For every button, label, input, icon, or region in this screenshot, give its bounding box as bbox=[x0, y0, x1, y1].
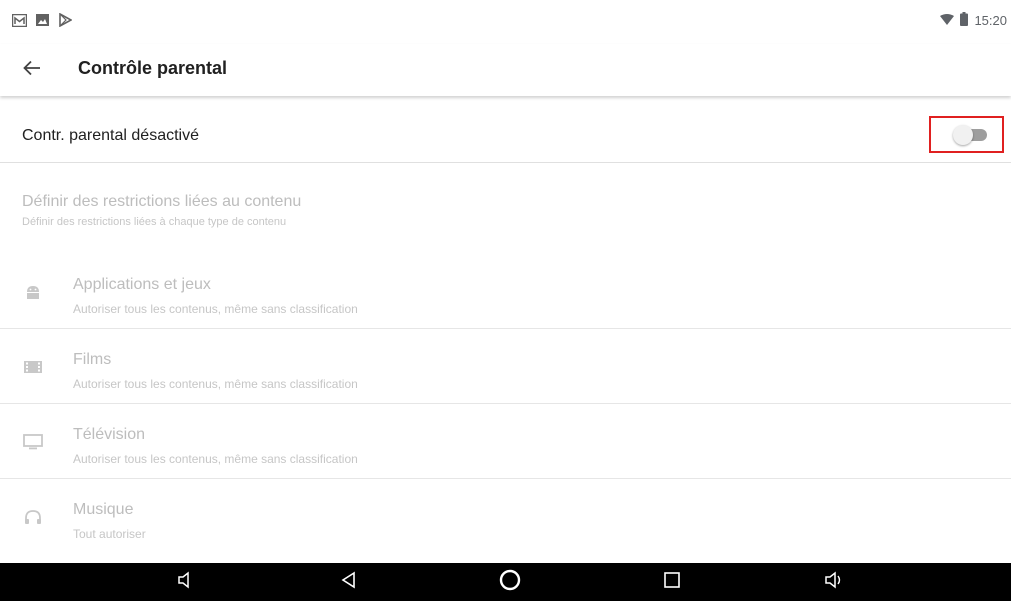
tv-icon bbox=[22, 432, 44, 452]
category-title: Musique bbox=[73, 501, 134, 518]
category-title: Applications et jeux bbox=[73, 276, 211, 293]
system-status: 15:20 bbox=[940, 12, 1007, 29]
navigation-bar bbox=[0, 563, 1011, 601]
category-subtitle: Autoriser tous les contenus, même sans c… bbox=[73, 452, 358, 466]
category-apps-games[interactable]: Applications et jeux Autoriser tous les … bbox=[0, 254, 1011, 329]
nav-back-button[interactable] bbox=[337, 570, 361, 594]
category-title: Télévision bbox=[73, 426, 146, 443]
app-bar: Contrôle parental bbox=[0, 44, 1011, 96]
content-restrictions-section: Définir des restrictions liées au conten… bbox=[0, 164, 1011, 254]
parental-control-status-label: Contr. parental désactivé bbox=[22, 127, 199, 144]
battery-icon bbox=[960, 12, 969, 29]
status-time: 15:20 bbox=[974, 13, 1007, 28]
category-subtitle: Tout autoriser bbox=[73, 527, 146, 541]
category-films[interactable]: Films Autoriser tous les contenus, même … bbox=[0, 329, 1011, 404]
gallery-icon bbox=[12, 13, 27, 27]
play-store-icon bbox=[58, 13, 73, 27]
nav-recents-button[interactable] bbox=[660, 570, 684, 594]
switch-thumb bbox=[953, 125, 973, 145]
content-category-list: Applications et jeux Autoriser tous les … bbox=[0, 254, 1011, 554]
recents-icon bbox=[664, 571, 680, 593]
volume-up-button[interactable] bbox=[822, 570, 846, 594]
volume-up-icon bbox=[824, 570, 844, 594]
nav-home-button[interactable] bbox=[498, 569, 522, 596]
category-subtitle: Autoriser tous les contenus, même sans c… bbox=[73, 377, 358, 391]
volume-down-button[interactable] bbox=[174, 570, 198, 594]
category-music[interactable]: Musique Tout autoriser bbox=[0, 479, 1011, 554]
nav-back-icon bbox=[340, 571, 358, 594]
category-title: Films bbox=[73, 351, 112, 368]
back-arrow-icon bbox=[23, 60, 41, 81]
wifi-icon bbox=[940, 13, 955, 28]
category-television[interactable]: Télévision Autoriser tous les contenus, … bbox=[0, 404, 1011, 479]
parental-control-toggle-row[interactable]: Contr. parental désactivé bbox=[0, 103, 1011, 163]
image-icon bbox=[35, 13, 50, 27]
film-icon bbox=[22, 357, 44, 377]
home-icon bbox=[499, 569, 521, 596]
status-bar: 15:20 bbox=[0, 0, 1011, 44]
content-restrictions-title: Définir des restrictions liées au conten… bbox=[22, 193, 302, 210]
parental-control-switch[interactable] bbox=[953, 124, 989, 146]
content-restrictions-subtitle: Définir des restrictions liées à chaque … bbox=[22, 216, 287, 228]
volume-down-icon bbox=[177, 570, 195, 594]
category-subtitle: Autoriser tous les contenus, même sans c… bbox=[73, 302, 358, 316]
back-button[interactable] bbox=[18, 56, 46, 84]
android-icon bbox=[22, 282, 44, 302]
headphones-icon bbox=[22, 507, 44, 527]
page-title: Contrôle parental bbox=[78, 58, 228, 78]
notification-icons bbox=[12, 13, 73, 27]
